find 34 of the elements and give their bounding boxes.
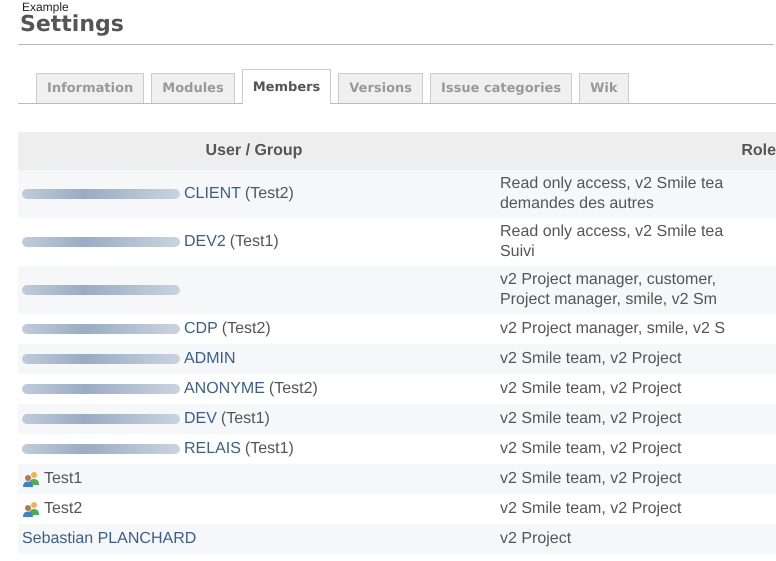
role-text: v2 Smile team, v2 Project bbox=[499, 469, 682, 489]
role-text: v2 Smile team, v2 Project bbox=[499, 349, 682, 369]
caption-text: Example bbox=[21, 0, 69, 14]
role-text: v2 Smile team, v2 Project bbox=[499, 499, 682, 519]
project-label: (Test1) bbox=[230, 233, 279, 251]
project-label: (Test1) bbox=[220, 410, 270, 428]
project-label: (Test2) bbox=[268, 380, 318, 398]
role-text: v2 Project manager, smile, v2 S bbox=[499, 319, 726, 339]
role-text: v2 Project manager, customer, Project manager, smile, v2 Sm bbox=[499, 270, 718, 310]
column-header: Role bbox=[740, 142, 776, 160]
user-link[interactable]: Sebastian PLANCHARD bbox=[22, 530, 196, 548]
group-name: Test1 bbox=[44, 470, 82, 488]
project-label: (Test1) bbox=[244, 440, 294, 458]
user-link[interactable]: DEV2 bbox=[184, 233, 226, 251]
page-title: Settings bbox=[18, 12, 774, 45]
column-header: User / Group bbox=[204, 142, 304, 160]
role-text: Read only access, v2 Smile tea demandes des autres bbox=[499, 174, 724, 214]
user-link[interactable]: CDP bbox=[184, 320, 218, 338]
role-text: v2 Smile team, v2 Project bbox=[499, 409, 682, 429]
project-label: (Test2) bbox=[222, 320, 271, 338]
group-icon bbox=[22, 471, 40, 487]
user-link[interactable]: RELAIS bbox=[184, 440, 241, 458]
project-label: (Test2) bbox=[244, 185, 294, 203]
user-link[interactable]: DEV bbox=[184, 410, 217, 428]
user-link[interactable]: CLIENT bbox=[184, 185, 241, 203]
group-name: Test2 bbox=[44, 500, 82, 518]
user-link[interactable]: ADMIN bbox=[184, 350, 236, 368]
user-link[interactable]: ANONYME bbox=[184, 380, 265, 398]
group-icon bbox=[22, 501, 40, 517]
role-text: v2 Smile team, v2 Project bbox=[499, 439, 682, 459]
role-text: v2 Smile team, v2 Project bbox=[499, 379, 682, 399]
tab[interactable]: Members bbox=[242, 69, 332, 104]
role-text: Read only access, v2 Smile tea Suivi bbox=[499, 222, 724, 262]
role-text: v2 Project bbox=[499, 529, 572, 549]
